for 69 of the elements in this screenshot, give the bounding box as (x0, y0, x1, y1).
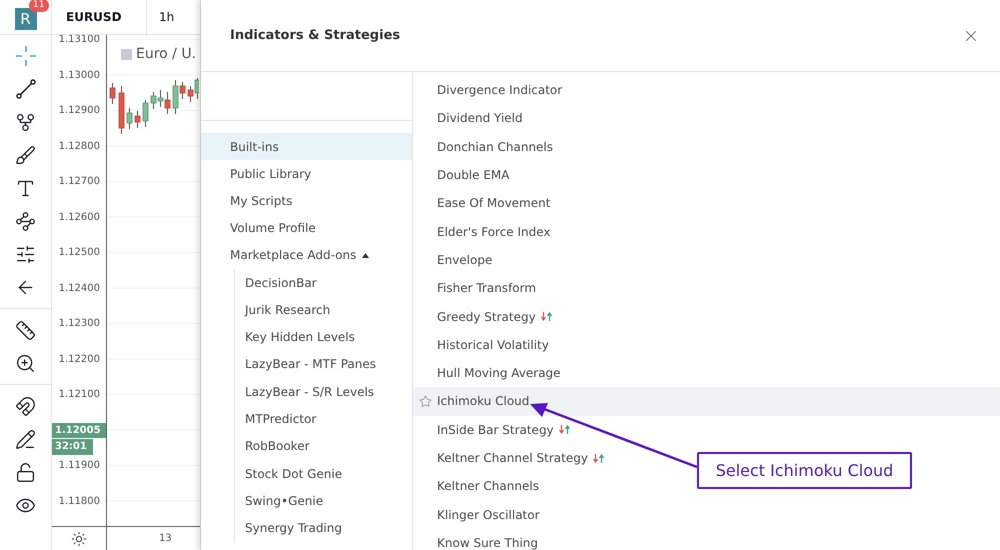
countdown-tag: 32:01 (52, 438, 93, 454)
category-item[interactable]: LazyBear - S/R Levels (235, 378, 412, 406)
price-label: 1.12500 (58, 248, 101, 258)
indicator-item[interactable]: Ichimoku Cloud (437, 394, 530, 408)
category-item[interactable]: Marketplace Add-ons (201, 242, 412, 269)
time-label: 13 (159, 533, 172, 546)
fork-icon (15, 112, 36, 132)
dialog-title: Indicators & Strategies (230, 28, 400, 43)
indicator-item[interactable]: Historical Volatility (437, 338, 549, 352)
price-label: 1.12800 (58, 142, 101, 152)
category-item[interactable]: Built-ins (201, 133, 412, 160)
brush-icon (15, 144, 36, 166)
indicator-item[interactable]: Ease Of Movement (437, 196, 550, 210)
price-label: 1.12100 (58, 390, 101, 400)
indicator-item[interactable]: Dividend Yield (437, 111, 523, 126)
category-item[interactable]: Key Hidden Levels (235, 324, 412, 351)
category-item[interactable]: Public Library (201, 160, 412, 188)
strategy-icon (540, 312, 552, 322)
strategy-icon (558, 425, 570, 434)
annotation-callout: Select Ichimoku Cloud (697, 452, 912, 489)
category-item[interactable]: My Scripts (201, 187, 412, 215)
sliders-icon (15, 244, 36, 264)
price-label: 1.12700 (58, 177, 101, 187)
unlock-icon (15, 462, 36, 482)
price-label: 1.11900 (58, 461, 101, 471)
category-item[interactable]: Jurik Research (235, 296, 412, 324)
zoom-in-icon (15, 352, 36, 374)
indicator-item[interactable]: Klinger Oscillator (437, 508, 540, 522)
price-label: 1.12400 (58, 284, 101, 294)
indicator-item[interactable]: Fisher Transform (437, 281, 536, 296)
category-item[interactable]: LazyBear - MTF Panes (235, 350, 412, 378)
symbol-label[interactable]: EURUSD (52, 10, 146, 24)
interval-button[interactable]: 1h (146, 0, 186, 34)
logo[interactable]: R (14, 8, 36, 30)
pencil-icon (15, 428, 36, 450)
crosshair-icon (14, 45, 36, 67)
price-label: 1.13000 (58, 70, 101, 80)
price-label: 1.12300 (58, 319, 101, 329)
trend-line-icon (14, 78, 36, 100)
indicator-item[interactable]: Elder's Force Index (437, 224, 551, 239)
indicator-item[interactable]: Divergence Indicator (437, 83, 562, 98)
price-label: 1.11800 (58, 496, 101, 506)
indicator-item[interactable]: Double EMA (437, 168, 510, 182)
notification-badge: 11 (29, 0, 48, 12)
star-icon[interactable] (419, 394, 432, 408)
indicator-item[interactable]: Keltner Channels (437, 479, 539, 494)
category-item[interactable]: Swing•Genie (235, 487, 412, 515)
indicator-item[interactable]: Know Sure Thing (437, 536, 538, 550)
price-label: 1.12200 (58, 354, 101, 364)
strategy-icon (592, 454, 604, 462)
indicator-item[interactable]: Hull Moving Average (437, 366, 561, 380)
price-label: 1.12900 (58, 106, 101, 116)
category-item[interactable]: RobBooker (235, 432, 412, 460)
indicator-item[interactable]: Greedy Strategy (437, 310, 536, 324)
category-item[interactable]: Volume Profile (201, 214, 412, 242)
waypoints-icon (15, 210, 36, 232)
price-tag: 1.12005 (52, 422, 106, 438)
ruler-icon (15, 320, 36, 340)
magnet-icon (15, 396, 36, 416)
category-item[interactable]: DecisionBar (235, 268, 412, 296)
indicator-item[interactable]: InSide Bar Strategy (437, 422, 554, 437)
indicator-item[interactable]: Donchian Channels (437, 140, 554, 154)
price-label: 1.12600 (58, 212, 101, 222)
chart-legend: Euro / U. (136, 46, 196, 62)
indicator-item[interactable]: Keltner Channel Strategy (437, 451, 588, 465)
category-item[interactable]: Stock Dot Genie (235, 460, 412, 488)
category-item[interactable]: MTPredictor (235, 405, 412, 433)
indicator-item[interactable]: Envelope (437, 252, 492, 267)
category-item[interactable]: Synergy Trading (235, 514, 412, 542)
